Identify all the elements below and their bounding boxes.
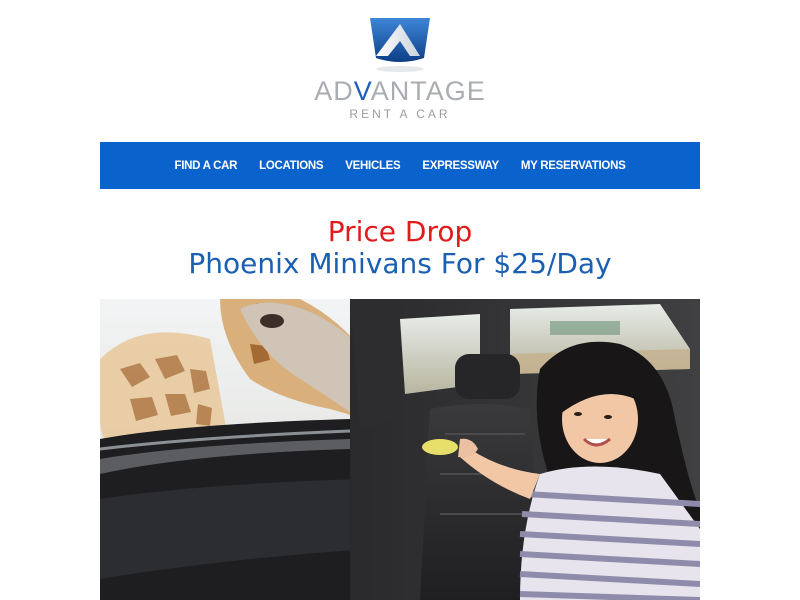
advantage-emblem-icon — [370, 18, 430, 72]
email-page: ADVANTAGE RENT A CAR FIND A CAR LOCATION… — [0, 0, 800, 600]
brand-tagline: RENT A CAR — [349, 107, 451, 121]
headline-offer[interactable]: Phoenix Minivans For $25/Day — [0, 246, 800, 282]
nav-locations[interactable]: LOCATIONS — [259, 160, 323, 172]
giraffe-feeding-photo-icon — [100, 299, 700, 600]
brand-wordmark: ADVANTAGE — [0, 76, 800, 106]
nav-vehicles[interactable]: VEHICLES — [345, 160, 400, 172]
wordmark-start: AD — [314, 76, 354, 106]
main-nav: FIND A CAR LOCATIONS VEHICLES EXPRESSWAY… — [100, 142, 700, 189]
nav-find-a-car[interactable]: FIND A CAR — [175, 160, 238, 172]
wordmark-end: ANTAGE — [370, 76, 486, 106]
wordmark-accent: V — [353, 76, 371, 106]
nav-my-reservations[interactable]: MY RESERVATIONS — [521, 160, 626, 172]
hero-image[interactable] — [100, 299, 700, 600]
nav-expressway[interactable]: EXPRESSWAY — [422, 160, 499, 172]
headline-price-drop: Price Drop — [327, 215, 473, 248]
brand-logo[interactable]: ADVANTAGE RENT A CAR — [0, 10, 800, 125]
